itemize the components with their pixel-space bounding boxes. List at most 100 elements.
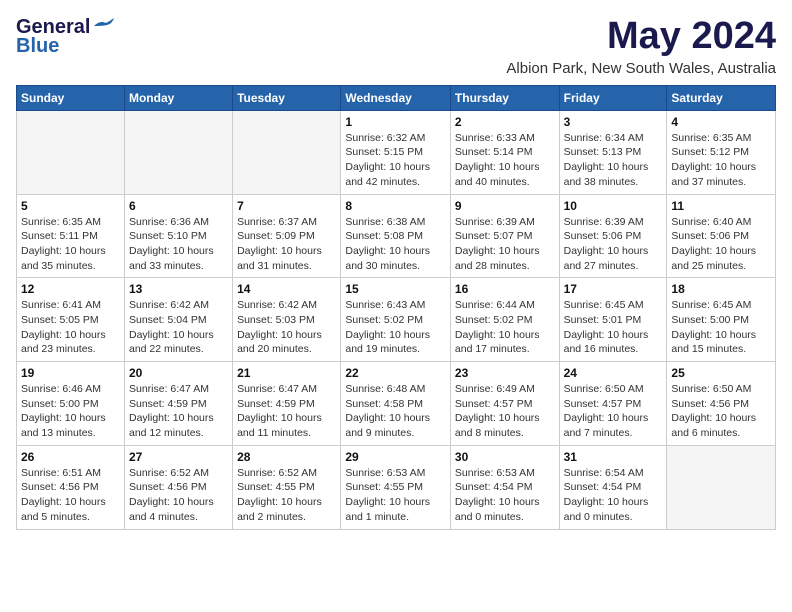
calendar-table: SundayMondayTuesdayWednesdayThursdayFrid… [16, 85, 776, 530]
logo-bird-icon [92, 18, 114, 34]
header-row: SundayMondayTuesdayWednesdayThursdayFrid… [17, 85, 776, 110]
col-header-wednesday: Wednesday [341, 85, 451, 110]
day-cell: 20Sunrise: 6:47 AM Sunset: 4:59 PM Dayli… [124, 362, 232, 446]
day-cell: 30 Sunrise: 6:53 AM Sunset: 4:54 PM Dayli… [450, 445, 559, 529]
day-number: 8 [345, 199, 446, 213]
day-info: Sunrise: 6:53 AM Sunset: 4:54 PM Dayligh… [455, 466, 555, 525]
day-cell: 27 Sunrise: 6:52 AM Sunset: 4:56 PM Dayli… [124, 445, 232, 529]
day-number: 18 [671, 282, 771, 296]
col-header-saturday: Saturday [667, 85, 776, 110]
month-title: May 2024 [506, 16, 776, 58]
day-info: Sunrise: 6:45 AM Sunset: 5:01 PM Dayligh… [564, 298, 663, 357]
day-cell: 3 Sunrise: 6:34 AM Sunset: 5:13 PM Daylig… [559, 110, 667, 194]
day-cell: 18 Sunrise: 6:45 AM Sunset: 5:00 PM Dayli… [667, 278, 776, 362]
col-header-friday: Friday [559, 85, 667, 110]
day-cell: 31 Sunrise: 6:54 AM Sunset: 4:54 PM Dayli… [559, 445, 667, 529]
day-info: Sunrise: 6:39 AM Sunset: 5:06 PM Dayligh… [564, 215, 663, 274]
week-row-5: 26Sunrise: 6:51 AM Sunset: 4:56 PM Dayli… [17, 445, 776, 529]
day-info: Sunrise: 6:33 AM Sunset: 5:14 PM Dayligh… [455, 131, 555, 190]
day-info: Sunrise: 6:48 AM Sunset: 4:58 PM Dayligh… [345, 382, 446, 441]
day-info: Sunrise: 6:40 AM Sunset: 5:06 PM Dayligh… [671, 215, 771, 274]
day-info: Sunrise: 6:54 AM Sunset: 4:54 PM Dayligh… [564, 466, 663, 525]
day-info: Sunrise: 6:46 AM Sunset: 5:00 PM Dayligh… [21, 382, 120, 441]
day-info: Sunrise: 6:37 AM Sunset: 5:09 PM Dayligh… [237, 215, 336, 274]
day-number: 7 [237, 199, 336, 213]
day-info: Sunrise: 6:35 AM Sunset: 5:11 PM Dayligh… [21, 215, 120, 274]
day-cell: 16Sunrise: 6:44 AM Sunset: 5:02 PM Dayli… [450, 278, 559, 362]
day-info: Sunrise: 6:47 AM Sunset: 4:59 PM Dayligh… [237, 382, 336, 441]
week-row-2: 5 Sunrise: 6:35 AM Sunset: 5:11 PM Daylig… [17, 194, 776, 278]
day-number: 4 [671, 115, 771, 129]
day-cell: 8 Sunrise: 6:38 AM Sunset: 5:08 PM Daylig… [341, 194, 451, 278]
day-number: 23 [455, 366, 555, 380]
page-header: General Blue May 2024 Albion Park, New S… [16, 16, 776, 77]
day-cell: 6 Sunrise: 6:36 AM Sunset: 5:10 PM Daylig… [124, 194, 232, 278]
day-number: 5 [21, 199, 120, 213]
day-info: Sunrise: 6:43 AM Sunset: 5:02 PM Dayligh… [345, 298, 446, 357]
day-cell: 2 Sunrise: 6:33 AM Sunset: 5:14 PM Daylig… [450, 110, 559, 194]
day-cell: 12 Sunrise: 6:41 AM Sunset: 5:05 PM Dayli… [17, 278, 125, 362]
day-number: 22 [345, 366, 446, 380]
day-info: Sunrise: 6:38 AM Sunset: 5:08 PM Dayligh… [345, 215, 446, 274]
logo: General Blue [16, 16, 114, 58]
day-cell: 19 Sunrise: 6:46 AM Sunset: 5:00 PM Dayli… [17, 362, 125, 446]
day-cell [124, 110, 232, 194]
day-cell: 25Sunrise: 6:50 AM Sunset: 4:56 PM Dayli… [667, 362, 776, 446]
day-cell: 13Sunrise: 6:42 AM Sunset: 5:04 PM Dayli… [124, 278, 232, 362]
week-row-1: 1Sunrise: 6:32 AM Sunset: 5:15 PM Daylig… [17, 110, 776, 194]
day-info: Sunrise: 6:42 AM Sunset: 5:03 PM Dayligh… [237, 298, 336, 357]
day-number: 19 [21, 366, 120, 380]
day-info: Sunrise: 6:41 AM Sunset: 5:05 PM Dayligh… [21, 298, 120, 357]
day-info: Sunrise: 6:53 AM Sunset: 4:55 PM Dayligh… [345, 466, 446, 525]
day-info: Sunrise: 6:39 AM Sunset: 5:07 PM Dayligh… [455, 215, 555, 274]
day-number: 24 [564, 366, 663, 380]
day-number: 2 [455, 115, 555, 129]
day-number: 1 [345, 115, 446, 129]
day-number: 3 [564, 115, 663, 129]
week-row-4: 19 Sunrise: 6:46 AM Sunset: 5:00 PM Dayli… [17, 362, 776, 446]
day-number: 14 [237, 282, 336, 296]
day-cell [667, 445, 776, 529]
week-row-3: 12 Sunrise: 6:41 AM Sunset: 5:05 PM Dayli… [17, 278, 776, 362]
day-cell: 29Sunrise: 6:53 AM Sunset: 4:55 PM Dayli… [341, 445, 451, 529]
day-cell: 17 Sunrise: 6:45 AM Sunset: 5:01 PM Dayli… [559, 278, 667, 362]
day-cell: 28 Sunrise: 6:52 AM Sunset: 4:55 PM Dayli… [233, 445, 341, 529]
day-cell: 4 Sunrise: 6:35 AM Sunset: 5:12 PM Daylig… [667, 110, 776, 194]
day-info: Sunrise: 6:35 AM Sunset: 5:12 PM Dayligh… [671, 131, 771, 190]
day-number: 31 [564, 450, 663, 464]
day-number: 6 [129, 199, 228, 213]
day-cell: 10 Sunrise: 6:39 AM Sunset: 5:06 PM Dayli… [559, 194, 667, 278]
day-number: 20 [129, 366, 228, 380]
day-info: Sunrise: 6:34 AM Sunset: 5:13 PM Dayligh… [564, 131, 663, 190]
col-header-thursday: Thursday [450, 85, 559, 110]
day-number: 9 [455, 199, 555, 213]
day-number: 30 [455, 450, 555, 464]
day-info: Sunrise: 6:44 AM Sunset: 5:02 PM Dayligh… [455, 298, 555, 357]
day-number: 17 [564, 282, 663, 296]
day-number: 10 [564, 199, 663, 213]
day-number: 28 [237, 450, 336, 464]
day-cell: 24 Sunrise: 6:50 AM Sunset: 4:57 PM Dayli… [559, 362, 667, 446]
day-cell: 7 Sunrise: 6:37 AM Sunset: 5:09 PM Daylig… [233, 194, 341, 278]
day-info: Sunrise: 6:50 AM Sunset: 4:57 PM Dayligh… [564, 382, 663, 441]
day-cell: 5 Sunrise: 6:35 AM Sunset: 5:11 PM Daylig… [17, 194, 125, 278]
logo-blue-text: Blue [16, 35, 59, 58]
day-cell: 21Sunrise: 6:47 AM Sunset: 4:59 PM Dayli… [233, 362, 341, 446]
day-info: Sunrise: 6:50 AM Sunset: 4:56 PM Dayligh… [671, 382, 771, 441]
day-info: Sunrise: 6:42 AM Sunset: 5:04 PM Dayligh… [129, 298, 228, 357]
day-number: 26 [21, 450, 120, 464]
day-number: 12 [21, 282, 120, 296]
day-number: 27 [129, 450, 228, 464]
day-number: 11 [671, 199, 771, 213]
day-cell: 14 Sunrise: 6:42 AM Sunset: 5:03 PM Dayli… [233, 278, 341, 362]
day-info: Sunrise: 6:36 AM Sunset: 5:10 PM Dayligh… [129, 215, 228, 274]
day-info: Sunrise: 6:49 AM Sunset: 4:57 PM Dayligh… [455, 382, 555, 441]
day-cell [17, 110, 125, 194]
day-cell: 23 Sunrise: 6:49 AM Sunset: 4:57 PM Dayli… [450, 362, 559, 446]
col-header-tuesday: Tuesday [233, 85, 341, 110]
day-info: Sunrise: 6:52 AM Sunset: 4:56 PM Dayligh… [129, 466, 228, 525]
title-area: May 2024 Albion Park, New South Wales, A… [506, 16, 776, 77]
day-info: Sunrise: 6:52 AM Sunset: 4:55 PM Dayligh… [237, 466, 336, 525]
day-number: 15 [345, 282, 446, 296]
day-info: Sunrise: 6:45 AM Sunset: 5:00 PM Dayligh… [671, 298, 771, 357]
